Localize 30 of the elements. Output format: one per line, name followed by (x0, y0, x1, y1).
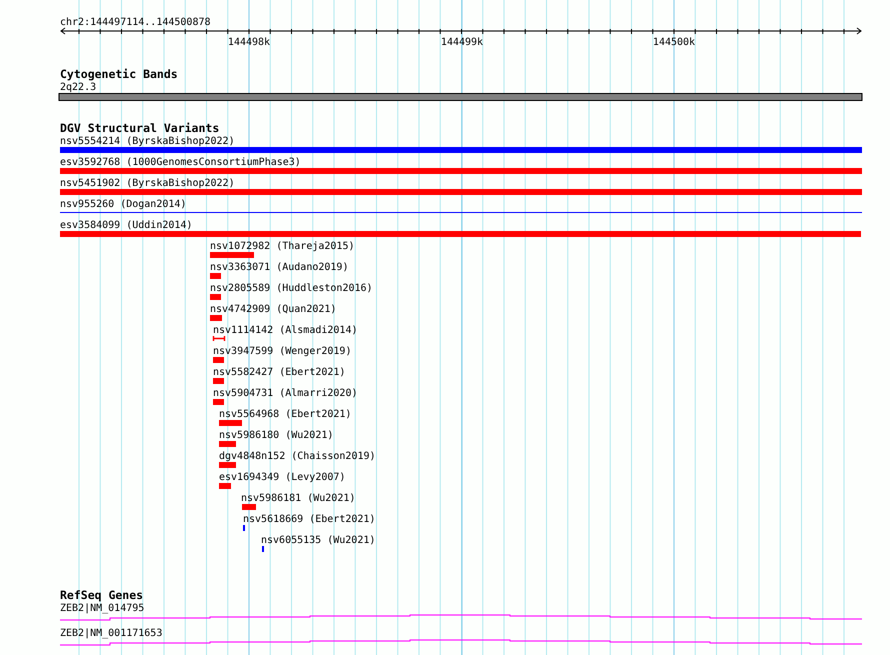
variant-label: nsv5618669 (Ebert2021) (243, 514, 376, 525)
variant-label: nsv4742909 (Quan2021) (210, 304, 336, 315)
variant-label: nsv5986181 (Wu2021) (241, 493, 356, 504)
region-label: chr2:144497114..144500878 (60, 17, 211, 28)
ruler-tick-label: 144500k (652, 37, 696, 48)
variant-label: nsv955260 (Dogan2014) (60, 199, 186, 210)
variant-label: esv3592768 (1000GenomesConsortiumPhase3) (60, 157, 301, 168)
variant-label: dgv4848n152 (Chaisson2019) (219, 451, 376, 462)
variant-label: nsv1072982 (Thareja2015) (210, 241, 354, 252)
variant-label: nsv5986180 (Wu2021) (219, 430, 334, 441)
variant-label: nsv6055135 (Wu2021) (261, 535, 376, 546)
variant-label: nsv5582427 (Ebert2021) (213, 367, 346, 378)
variant-label: nsv5564968 (Ebert2021) (219, 409, 352, 420)
track-title: DGV Structural Variants (60, 121, 220, 135)
variant-label: nsv5451902 (ByrskaBishop2022) (60, 178, 235, 189)
band-label: 2q22.3 (60, 82, 96, 93)
variant-label: esv3584099 (Uddin2014) (60, 220, 192, 231)
variant-label: nsv5554214 (ByrskaBishop2022) (60, 136, 235, 147)
ruler-tick-label: 144498k (228, 37, 270, 48)
variant-label: nsv3947599 (Wenger2019) (213, 346, 352, 357)
variant-label: nsv3363071 (Audano2019) (210, 262, 348, 273)
variant-label: esv1694349 (Levy2007) (219, 472, 346, 483)
variant-label: nsv1114142 (Alsmadi2014) (213, 325, 358, 336)
track-title: RefSeq Genes (60, 588, 144, 602)
track-title: Cytogenetic Bands (60, 67, 178, 81)
transcript-label: ZEB2|NM_014795 (60, 603, 144, 614)
variant-label: nsv2805589 (Huddleston2016) (210, 283, 373, 294)
variant-label: nsv5904731 (Almarri2020) (213, 388, 358, 399)
ruler-tick-label: 144499k (440, 37, 484, 48)
transcript-label: ZEB2|NM_001171653 (60, 628, 162, 639)
